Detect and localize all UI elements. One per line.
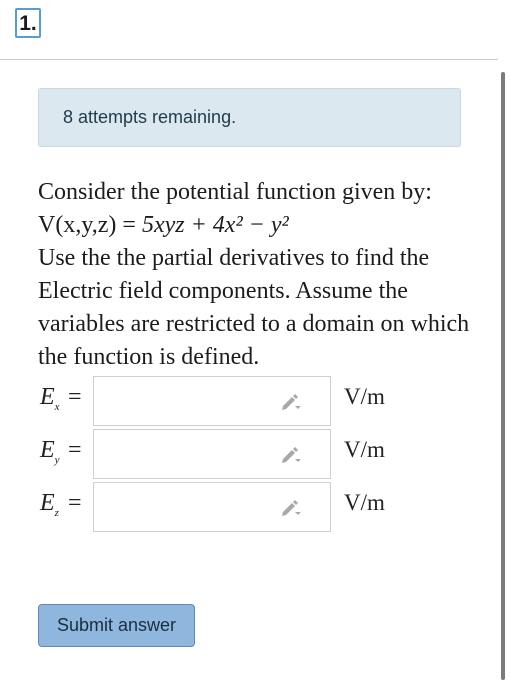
ex-input[interactable] [93,376,331,426]
unit-ez: V/m [344,490,385,515]
pencil-dropdown-icon[interactable] [280,498,302,518]
unit-ey: V/m [344,437,385,462]
equals-sign: = [68,384,82,410]
scrollbar[interactable] [501,72,505,680]
ez-input[interactable] [93,482,331,532]
divider [0,59,498,60]
question-number: 1. [15,8,41,38]
pencil-dropdown-icon[interactable] [280,445,302,465]
label-ez: Ez [40,490,59,519]
ey-input[interactable] [93,429,331,479]
function-prefix: V(x,y,z) = [38,212,142,238]
label-ex: Ex [40,384,60,413]
submit-answer-button[interactable]: Submit answer [38,604,195,647]
function-expression: 5xyz + 4x² − y² [141,212,289,238]
equals-sign: = [68,437,82,463]
unit-ex: V/m [344,384,385,409]
label-ey: Ey [40,437,60,466]
equals-sign: = [68,490,82,516]
pencil-dropdown-icon[interactable] [280,392,302,412]
prompt-line-1: Consider the potential function given by… [38,179,432,205]
prompt-line-2: V(x,y,z) = 5xyz + 4x² − y² [38,209,478,242]
question-prompt: Consider the potential function given by… [38,176,478,374]
prompt-line-3: Use the the partial derivatives to find … [38,245,470,370]
attempts-alert: 8 attempts remaining. [38,88,461,147]
